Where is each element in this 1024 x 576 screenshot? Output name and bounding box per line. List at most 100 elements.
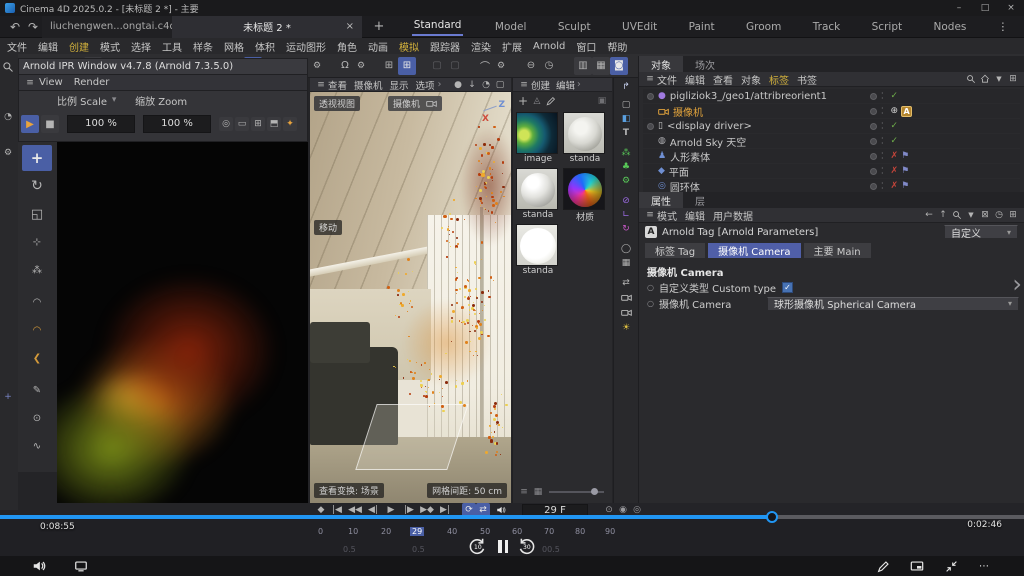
menu-help[interactable]: 帮助 (607, 39, 627, 54)
effector-gear-icon[interactable]: ⚙ (619, 174, 633, 188)
brush-arc-tool-icon[interactable]: ◠ (22, 289, 52, 315)
material-thumb-standard3[interactable] (516, 224, 558, 266)
multi-transform-tool-icon[interactable]: ⁂ (22, 257, 52, 283)
viewport-history-icon[interactable]: ◔ (479, 78, 493, 92)
menu-render[interactable]: 渲染 (471, 39, 491, 54)
layout-script[interactable]: Script (872, 21, 902, 33)
magnet-icon[interactable]: ⌒ (476, 57, 494, 75)
ipr-scale-value[interactable]: 100 % (67, 115, 135, 133)
om-panel-icon[interactable]: ⊞ (1006, 72, 1020, 86)
maximize-button[interactable]: □ (972, 1, 998, 15)
om-menu-file[interactable]: 文件 (657, 72, 677, 87)
menu-volume[interactable]: 体积 (255, 39, 275, 54)
ipr-play-button[interactable]: ▶ (21, 115, 39, 133)
tag-tab-main[interactable]: 主要 Main (804, 243, 871, 258)
ipr-grid-icon[interactable]: ⊞ (251, 117, 265, 131)
object-row[interactable]: ◆ 平面 ··✗⚑ (643, 164, 1020, 178)
camera-type-dropdown[interactable]: 球形摄像机 Spherical Camera▾ (767, 297, 1019, 311)
mograph-clover-icon[interactable]: ♣ (619, 160, 633, 174)
object-row[interactable]: ● pigliziok3_/geo1/attribreorient1 ··✓ (643, 89, 1020, 103)
light-object-icon[interactable]: ☀ (619, 321, 633, 335)
ipr-render-area[interactable] (57, 142, 308, 503)
ipr-bucket-icon[interactable]: ✦ (283, 117, 297, 131)
search-icon[interactable] (1, 60, 15, 74)
ipr-expand-icon[interactable]: ⬒ (267, 117, 281, 131)
am-menu-userdata[interactable]: 用户数据 (713, 208, 753, 223)
viewport-menu-icon[interactable]: ≡ (314, 78, 328, 92)
menu-tools[interactable]: 工具 (162, 39, 182, 54)
settings-gear-icon[interactable]: ⚙ (1, 146, 15, 160)
guide2-icon[interactable]: ▢ (446, 57, 464, 75)
guide-icon[interactable]: ▢ (428, 57, 446, 75)
layout-more-icon[interactable]: ⋮ (998, 21, 1009, 33)
menu-file[interactable]: 文件 (7, 39, 27, 54)
dynamics-swirl-icon[interactable]: ↻ (619, 222, 633, 236)
ipr-menu-view[interactable]: View (39, 77, 63, 88)
ipr-menu-icon[interactable]: ≡ (23, 76, 37, 90)
material-pencil-icon[interactable] (544, 94, 558, 108)
tab-perspective-view[interactable]: 透视视图 (314, 96, 360, 111)
picture-in-picture-icon[interactable] (908, 557, 926, 575)
ipr-aov-icon[interactable]: ▭ (235, 117, 249, 131)
menu-character[interactable]: 角色 (337, 39, 357, 54)
tab-layers[interactable]: 层 (683, 192, 717, 208)
field-icon[interactable]: ⊘ (619, 194, 633, 208)
am-up-icon[interactable]: ↑ (936, 208, 950, 222)
om-menu-edit[interactable]: 编辑 (685, 72, 705, 87)
material-size-slider[interactable] (549, 491, 604, 493)
material-thumb-colorful[interactable] (563, 168, 605, 210)
menu-spline[interactable]: 样条 (193, 39, 213, 54)
menu-edit[interactable]: 编辑 (38, 39, 58, 54)
am-menu-icon[interactable]: ≡ (643, 208, 657, 222)
am-panel-icon[interactable]: ⊞ (1006, 208, 1020, 222)
material-brush-icon[interactable]: ◬ (530, 94, 544, 108)
move-tool-icon[interactable]: + (22, 145, 52, 171)
select-move-tool-icon[interactable]: ⊹ (22, 229, 52, 255)
viewport-menu-display[interactable]: 显示 (390, 78, 409, 92)
viewport-menu-camera[interactable]: 摄像机 (354, 78, 383, 92)
om-menu-icon[interactable]: ≡ (643, 72, 657, 86)
history-clock-icon[interactable]: ◷ (540, 57, 558, 75)
material-view-list-icon[interactable]: ≡ (517, 485, 531, 499)
play-circle-icon[interactable]: ◔ (1, 110, 15, 124)
cube-primitive-icon[interactable]: ◧ (619, 112, 633, 126)
exchange-arrows-icon[interactable]: ⇄ (619, 276, 633, 290)
player-progress-handle[interactable] (766, 511, 778, 523)
am-menu-edit[interactable]: 编辑 (685, 208, 705, 223)
doc-tab-active[interactable]: 未标题 2 * × (172, 16, 362, 38)
am-menu-mode[interactable]: 模式 (657, 208, 677, 223)
viewport-download-icon[interactable]: ↓ (465, 78, 479, 92)
layout-standard[interactable]: Standard (412, 17, 464, 36)
rotate-tool-icon[interactable]: ↻ (22, 173, 52, 199)
material-view-grid-icon[interactable]: ▦ (531, 485, 545, 499)
om-menu-bookmarks[interactable]: 书签 (797, 72, 817, 87)
expand-dot[interactable] (647, 93, 654, 100)
remove-icon[interactable]: ⊖ (522, 57, 540, 75)
layout-paint[interactable]: Paint (689, 21, 715, 33)
expand-dot[interactable] (647, 123, 654, 130)
menu-arnold[interactable]: Arnold (533, 41, 565, 52)
spline-pen-icon[interactable]: ↱ (619, 80, 633, 94)
om-home-icon[interactable] (978, 72, 992, 86)
material-filter-icon[interactable]: ▣ (595, 94, 609, 108)
smear-brush-tool-icon[interactable]: ◠ (22, 317, 52, 343)
layout-sculpt[interactable]: Sculpt (558, 21, 591, 33)
menu-mode[interactable]: 模式 (100, 39, 120, 54)
snap-grid-icon[interactable]: ⊞ (398, 57, 416, 75)
menu-mesh[interactable]: 网格 (224, 39, 244, 54)
material-thumb-standard2[interactable] (563, 112, 605, 154)
axis-settings-gear-icon[interactable]: ⚙ (310, 59, 324, 73)
pen-tool-icon[interactable]: ✎ (22, 377, 52, 403)
layout-model[interactable]: Model (495, 21, 527, 33)
text-object-icon[interactable]: T (619, 126, 633, 140)
object-row[interactable]: 摄像机 ··⊕A (643, 104, 1020, 118)
tab-attributes[interactable]: 属性 (639, 192, 683, 208)
material-menu-edit[interactable]: 编辑 (556, 78, 575, 92)
rewind-10-button[interactable]: 10 (468, 537, 488, 555)
object-row[interactable]: ◍ Arnold Sky 天空 ··✓ (643, 134, 1020, 148)
tag-tab-camera[interactable]: 摄像机 Camera (708, 243, 800, 258)
ipr-stop-button[interactable]: ■ (41, 115, 59, 133)
menu-mograph[interactable]: 运动图形 (286, 39, 326, 54)
arnold-tag-badge[interactable]: A (901, 106, 912, 117)
ipr-zoom-value[interactable]: 100 % (143, 115, 211, 133)
